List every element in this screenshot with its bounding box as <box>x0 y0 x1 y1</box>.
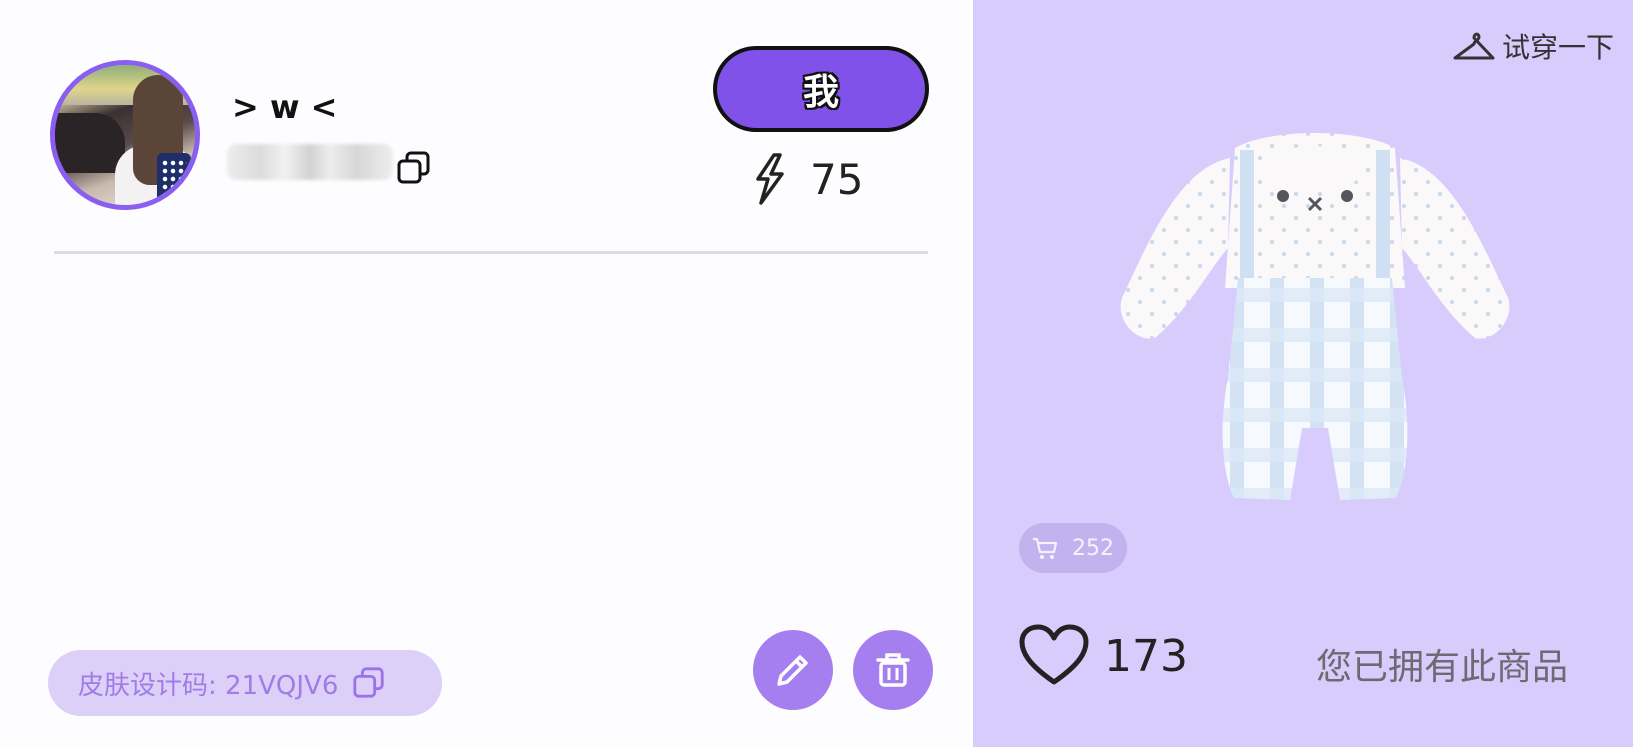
divider <box>54 251 928 254</box>
trash-icon <box>876 653 910 687</box>
like-count: 173 <box>1104 630 1188 682</box>
avatar-vest <box>157 153 191 205</box>
cart-count: 252 <box>1072 535 1114 561</box>
lightning-icon <box>756 153 784 205</box>
try-on-label: 试穿一下 <box>1502 31 1615 64</box>
energy-counter: 75 <box>752 152 863 206</box>
edit-button[interactable] <box>753 630 833 710</box>
delete-button[interactable] <box>853 630 933 710</box>
try-on-button[interactable]: 试穿一下 <box>1452 26 1614 66</box>
me-button[interactable]: 我 <box>713 46 929 132</box>
cart-icon <box>1033 537 1058 559</box>
user-id-blurred <box>227 144 393 180</box>
like-button[interactable]: 173 <box>1018 624 1188 688</box>
energy-value: 75 <box>810 154 864 204</box>
design-code-chip[interactable]: 皮肤设计码: 21VQJV6 <box>48 650 442 716</box>
outfit-preview-image[interactable] <box>1110 128 1520 528</box>
heart-icon <box>1019 624 1089 685</box>
design-code-text: 皮肤设计码: 21VQJV6 <box>78 670 339 701</box>
avatar[interactable] <box>50 60 200 210</box>
creator-panel: > w < 我 75 皮肤设计码: 21VQJV6 <box>0 0 973 747</box>
purchase-count-badge: 252 <box>1019 523 1127 573</box>
username: > w < <box>232 88 338 126</box>
pencil-icon <box>777 655 808 686</box>
copy-icon[interactable] <box>396 150 432 186</box>
copy-icon <box>353 667 384 698</box>
hanger-icon <box>1453 32 1495 60</box>
owned-status: 您已拥有此商品 <box>1316 647 1569 688</box>
avatar-car-dashboard <box>55 113 125 173</box>
